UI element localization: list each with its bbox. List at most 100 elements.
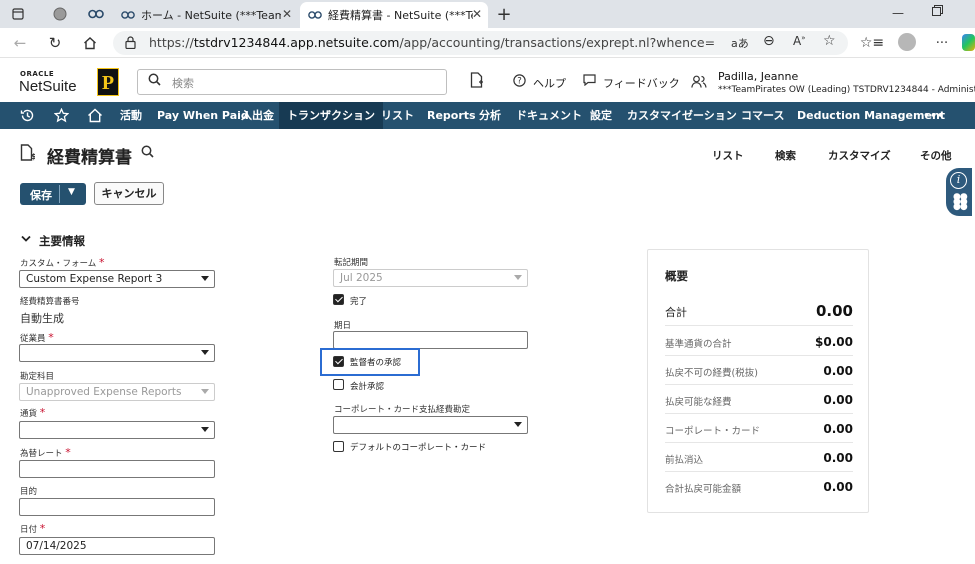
search-icon: [148, 73, 161, 90]
recent-history-icon[interactable]: [20, 102, 35, 129]
user-role[interactable]: ***TeamPirates OW (Leading) TSTDRV123484…: [718, 85, 975, 95]
summary-label: 前払消込: [665, 455, 704, 466]
workspace-icon[interactable]: [50, 4, 70, 24]
summary-value: 0.00: [823, 480, 853, 494]
recent-records-icon[interactable]: [470, 72, 484, 92]
page-title: 経費精算書: [47, 148, 132, 168]
favorites-star-icon[interactable]: [53, 102, 70, 129]
summary-row-corporate-card: コーポレート・カード 0.00: [665, 414, 853, 443]
feedback-link[interactable]: フィードバック: [603, 75, 680, 91]
grid-dots-icon[interactable]: ●● ●● ●●: [953, 193, 968, 212]
save-options-dropdown-icon[interactable]: ▼: [68, 187, 75, 197]
posting-period-value: Jul 2025: [340, 272, 383, 284]
more-link[interactable]: その他: [920, 148, 952, 163]
copilot-icon[interactable]: [962, 34, 975, 51]
minimize-icon[interactable]: —: [892, 6, 904, 20]
customize-link[interactable]: カスタマイズ: [828, 148, 891, 163]
summary-title: 概要: [665, 269, 688, 283]
restore-icon[interactable]: [932, 5, 943, 19]
nav-pay-when-paid[interactable]: Pay When Paid: [157, 102, 249, 129]
nav-setup[interactable]: 設定: [590, 102, 612, 129]
profile-avatar[interactable]: [898, 33, 916, 51]
account-value: Unapproved Expense Reports: [26, 386, 182, 398]
date-label: 日付: [20, 525, 38, 535]
pinned-tab-favicon-icon[interactable]: [86, 4, 106, 24]
list-link[interactable]: リスト: [712, 148, 744, 163]
feedback-icon[interactable]: [583, 74, 596, 90]
browser-tab-expense-report[interactable]: 経費精算書 - NetSuite (***TeamPi ✕: [300, 2, 488, 28]
report-number-label: 経費精算書番号: [20, 297, 80, 307]
url-field[interactable]: https://tstdrv1234844.app.netsuite.com/a…: [113, 31, 848, 55]
nav-payments[interactable]: 入出金: [241, 102, 274, 129]
nav-activities[interactable]: 活動: [120, 102, 142, 129]
due-date-input[interactable]: [333, 331, 528, 349]
browser-tab-strip: ホーム - NetSuite (***TeamPirates O ✕ 経費精算書…: [0, 0, 975, 28]
info-icon[interactable]: i: [950, 172, 967, 189]
default-corporate-card-checkbox[interactable]: [333, 441, 344, 452]
custom-form-select[interactable]: Custom Expense Report 3: [19, 270, 215, 288]
lock-icon[interactable]: [125, 36, 136, 52]
cancel-button[interactable]: キャンセル: [94, 182, 164, 205]
url-prefix: https://: [149, 35, 194, 50]
dropdown-arrow-icon: [514, 422, 522, 427]
svg-text:?: ?: [517, 77, 522, 87]
close-icon[interactable]: ✕: [472, 7, 482, 21]
nav-transactions[interactable]: トランザクション: [279, 102, 383, 129]
team-logo: P: [97, 68, 119, 96]
posting-period-label: 転記期間: [334, 258, 369, 268]
tab-actions-icon[interactable]: [8, 4, 28, 24]
complete-checkbox[interactable]: [333, 294, 344, 305]
netsuite-logo[interactable]: NetSuite: [19, 78, 77, 95]
close-icon[interactable]: ✕: [282, 7, 292, 21]
required-marker: *: [65, 446, 71, 459]
user-roles-icon[interactable]: [691, 75, 707, 92]
side-widget-panel[interactable]: i ●● ●● ●●: [946, 168, 972, 216]
home-icon[interactable]: [87, 102, 103, 129]
nav-analytics[interactable]: 分析: [479, 102, 501, 129]
user-name[interactable]: Padilla, Jeanne: [718, 70, 798, 83]
required-marker: *: [39, 522, 46, 535]
favorite-star-icon[interactable]: ☆: [823, 33, 836, 49]
summary-label: 合計払戻可能金額: [665, 484, 742, 495]
read-aloud-icon[interactable]: A»: [793, 34, 806, 48]
browser-address-bar: ← ↻ https://tstdrv1234844.app.netsuite.c…: [0, 28, 975, 58]
account-label: 勘定科目: [20, 372, 55, 382]
employee-select[interactable]: [19, 344, 215, 362]
purpose-input[interactable]: [19, 498, 215, 516]
search-icon[interactable]: [141, 145, 154, 162]
complete-label: 完了: [350, 297, 368, 307]
chevron-down-icon[interactable]: [21, 232, 31, 246]
exchange-rate-label: 為替レート: [20, 449, 63, 459]
more-options-icon[interactable]: ···: [932, 33, 952, 53]
exchange-rate-input[interactable]: [19, 460, 215, 478]
nav-documents[interactable]: ドキュメント: [516, 102, 582, 129]
search-placeholder: 検索: [172, 77, 194, 90]
accounting-approval-checkbox[interactable]: [333, 379, 344, 390]
favorites-icon[interactable]: ☆≡: [860, 33, 884, 53]
browser-tab-home[interactable]: ホーム - NetSuite (***TeamPirates O ✕: [113, 2, 298, 28]
refresh-icon[interactable]: ↻: [45, 33, 65, 53]
help-link[interactable]: ヘルプ: [533, 75, 566, 91]
translate-icon[interactable]: aあ: [731, 35, 749, 51]
help-icon[interactable]: ?: [513, 74, 526, 91]
nav-customization[interactable]: カスタマイゼーション: [627, 102, 737, 129]
new-tab-button[interactable]: +: [494, 4, 514, 25]
global-search-input[interactable]: 検索: [137, 69, 447, 95]
corporate-card-account-select[interactable]: [333, 416, 528, 434]
nav-lists[interactable]: リスト: [381, 102, 414, 129]
save-button[interactable]: 保存 ▼: [20, 183, 86, 205]
date-input[interactable]: 07/14/2025: [19, 537, 215, 555]
back-arrow-icon[interactable]: ←: [10, 33, 30, 53]
nav-reports[interactable]: Reports: [427, 102, 476, 129]
nav-more-button[interactable]: •••: [923, 102, 944, 129]
currency-select[interactable]: [19, 421, 215, 439]
home-icon[interactable]: [80, 33, 100, 53]
search-link[interactable]: 検索: [775, 148, 796, 163]
zoom-icon[interactable]: ⊖: [763, 33, 775, 49]
nav-commerce[interactable]: コマース: [741, 102, 784, 129]
dropdown-arrow-icon: [514, 275, 522, 280]
main-navigation: 活動 Pay When Paid 入出金 トランザクション リスト Report…: [0, 102, 975, 129]
section-title-primary-info[interactable]: 主要情報: [39, 233, 85, 249]
supervisor-approval-checkbox[interactable]: [333, 356, 344, 367]
summary-row-total-reimbursable: 合計払戻可能金額 0.00: [665, 472, 853, 501]
